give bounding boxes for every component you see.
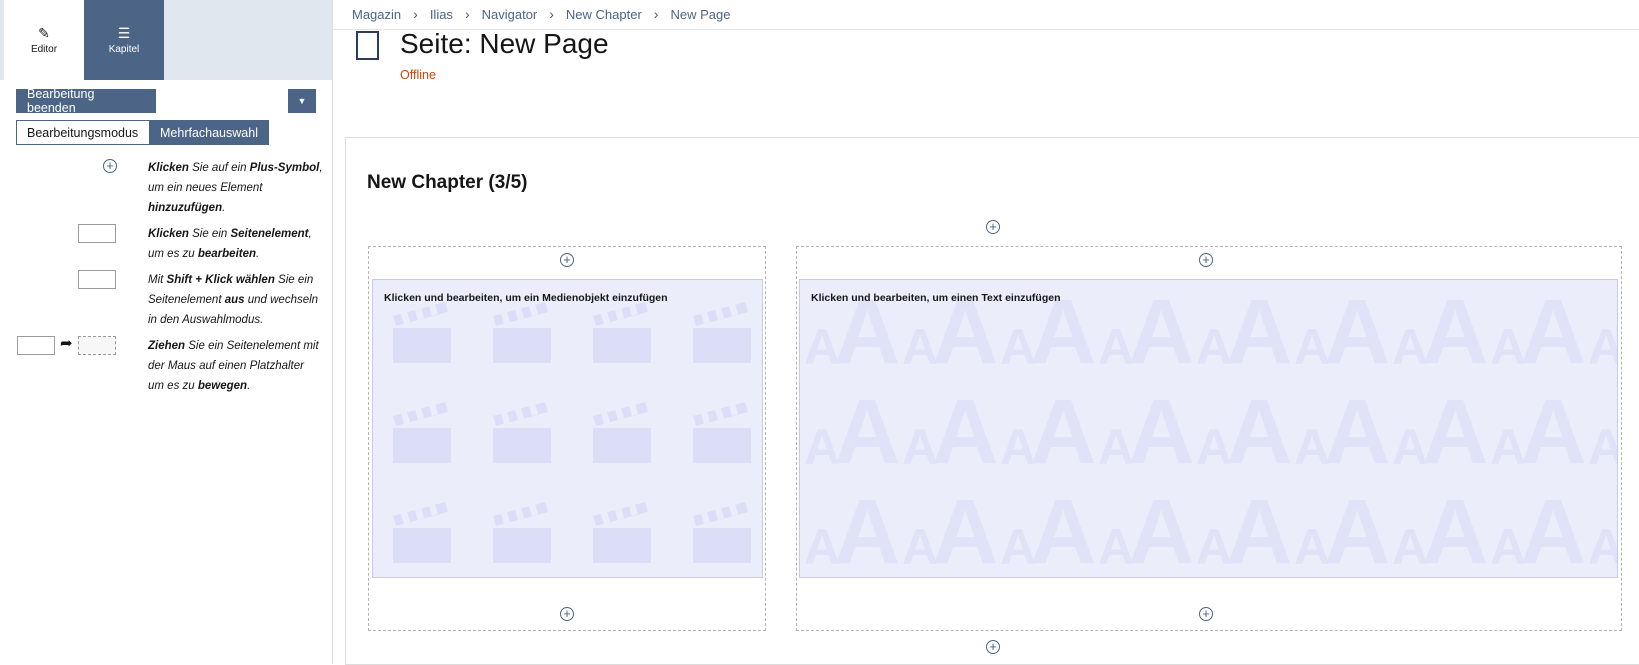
letter-pattern-icon: A	[834, 381, 901, 483]
letter-pattern-icon: A	[1520, 281, 1587, 383]
add-element-plus-icon[interactable]: +	[986, 640, 1000, 654]
letter-pattern-icon: A	[1588, 518, 1617, 576]
chevron-right-icon: ›	[549, 6, 554, 22]
page-element-example	[17, 336, 55, 355]
breadcrumb-item[interactable]: Ilias	[430, 7, 453, 22]
help-select-element: Mit Shift + Klick wählen Sie ein Seitene…	[148, 274, 319, 326]
plus-icon: +	[103, 159, 117, 173]
clapperboard-pattern-icon	[693, 398, 751, 463]
finish-editing-label: Bearbeitung beenden	[27, 87, 95, 115]
letter-pattern-icon: A	[1588, 418, 1617, 476]
letter-pattern-icon: A	[1422, 381, 1489, 483]
letter-pattern-icon: A	[1226, 481, 1293, 578]
status-offline: Offline	[400, 68, 436, 82]
clapperboard-pattern-icon	[493, 398, 551, 463]
help-edit-element: Klicken Sie ein Seitenelement, um es zu …	[148, 228, 312, 260]
pencil-icon: ✎	[38, 24, 50, 41]
letter-pattern-icon: A	[1030, 481, 1097, 578]
tab-kapitel-label: Kapitel	[108, 43, 140, 55]
tab-kapitel[interactable]: ☰ Kapitel	[84, 0, 164, 80]
media-placeholder[interactable]: Klicken und bearbeiten, um ein Medienobj…	[372, 279, 763, 578]
clapperboard-pattern-icon	[593, 398, 651, 463]
arrow-right-icon: ➦	[60, 335, 73, 352]
breadcrumb-item[interactable]: Magazin	[352, 7, 401, 22]
breadcrumb-item[interactable]: Navigator	[482, 7, 538, 22]
letter-pattern-icon: A	[1226, 381, 1293, 483]
letter-pattern-icon: A	[1422, 281, 1489, 383]
page-element-example	[78, 224, 116, 243]
clapperboard-pattern-icon	[393, 498, 451, 563]
breadcrumb: Magazin › Ilias › Navigator › New Chapter › New …	[352, 6, 730, 22]
mode-edit-button[interactable]: Bearbeitungsmodus	[16, 120, 150, 145]
help-add-element: Klicken Sie auf ein Plus-Symbol, um ein …	[148, 162, 323, 214]
letter-pattern-icon: A	[1422, 481, 1489, 578]
letter-pattern-icon: A	[1226, 281, 1293, 383]
chapter-heading: New Chapter (3/5)	[367, 172, 528, 193]
letter-pattern-icon: A	[1520, 481, 1587, 578]
letter-pattern-icon: A	[932, 481, 999, 578]
letter-pattern-icon: A	[1520, 381, 1587, 483]
clapperboard-pattern-icon	[493, 498, 551, 563]
text-placeholder-text: Klicken und bearbeiten, um einen Text ei…	[811, 292, 1061, 304]
letter-pattern-icon: A	[1128, 281, 1195, 383]
letter-pattern-icon: A	[1128, 381, 1195, 483]
clapperboard-pattern-icon	[393, 398, 451, 463]
mode-edit-label: Bearbeitungsmodus	[27, 125, 139, 140]
sidebar-tabs: ✎ Editor ☰ Kapitel	[0, 0, 332, 80]
chevron-right-icon: ›	[653, 6, 659, 22]
list-icon: ☰	[117, 24, 131, 41]
letter-pattern-icon: A	[932, 381, 999, 483]
placeholder-example	[78, 336, 116, 355]
letter-pattern-icon: A	[1588, 318, 1617, 376]
chevron-right-icon: ›	[413, 6, 418, 22]
clapperboard-pattern-icon	[393, 298, 451, 363]
letter-pattern-icon: A	[1324, 281, 1391, 383]
caret-down-icon: ▼	[297, 96, 307, 106]
clapperboard-pattern-icon	[593, 498, 651, 563]
help-move-element: Ziehen Sie ein Seitenelement mit der Mau…	[148, 340, 319, 392]
clapperboard-pattern-icon	[693, 298, 751, 363]
media-placeholder-text: Klicken und bearbeiten, um ein Medienobj…	[384, 292, 668, 304]
chevron-right-icon: ›	[464, 6, 470, 22]
tab-editor-label: Editor	[30, 43, 58, 55]
tab-editor[interactable]: ✎ Editor	[4, 0, 84, 80]
clapperboard-pattern-icon	[593, 298, 651, 363]
mode-multiselect-button[interactable]: Mehrfachauswahl	[149, 120, 269, 145]
actions-dropdown-button[interactable]: ▼	[288, 89, 316, 113]
letter-pattern-icon: A	[1324, 481, 1391, 578]
clapperboard-pattern-icon	[493, 298, 551, 363]
mode-multiselect-label: Mehrfachauswahl	[160, 125, 258, 140]
text-placeholder[interactable]: Klicken und bearbeiten, um einen Text ei…	[799, 279, 1618, 578]
breadcrumb-item[interactable]: New Chapter	[566, 7, 642, 22]
page-element-example	[78, 270, 116, 289]
breadcrumb-item[interactable]: New Page	[670, 7, 730, 22]
letter-pattern-icon: A	[1128, 481, 1195, 578]
page-title: Seite: New Page	[400, 28, 609, 59]
finish-editing-button[interactable]: Bearbeitung beenden	[16, 87, 156, 115]
page-icon	[356, 31, 379, 60]
letter-pattern-icon: A	[1324, 381, 1391, 483]
letter-pattern-icon: A	[1030, 381, 1097, 483]
letter-pattern-icon: A	[834, 481, 901, 578]
editor-sidebar: ✎ Editor ☰ Kapitel Bearbeitung beenden ▼…	[0, 0, 333, 664]
clapperboard-pattern-icon	[693, 498, 751, 563]
add-element-plus-icon[interactable]: +	[986, 220, 1000, 234]
